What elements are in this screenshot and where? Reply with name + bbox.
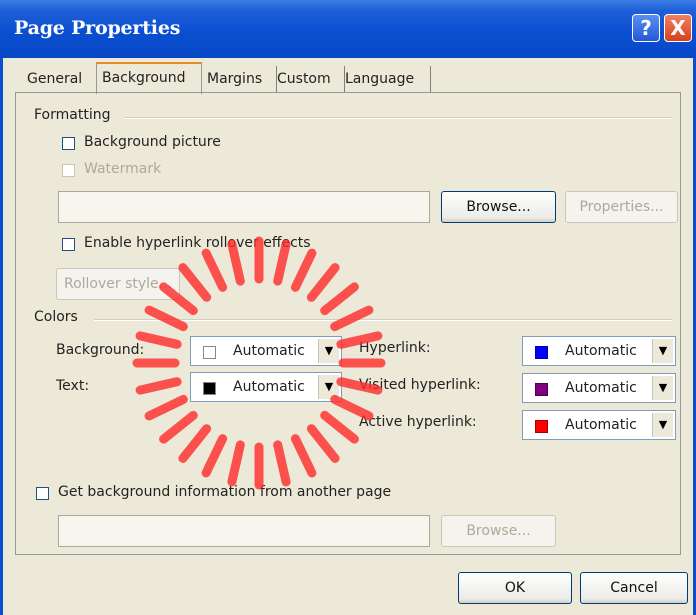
text-color-combo[interactable]: Automatic ▼ bbox=[190, 372, 342, 402]
watermark-label: Watermark bbox=[84, 161, 162, 177]
background-source-field[interactable] bbox=[58, 515, 430, 547]
color-swatch bbox=[535, 383, 548, 396]
tab-margins[interactable]: Margins bbox=[202, 66, 277, 92]
tab-label: Language bbox=[345, 71, 415, 87]
combo-value: Automatic bbox=[233, 379, 305, 395]
get-background-checkbox[interactable] bbox=[36, 487, 49, 500]
background-color-combo[interactable]: Automatic ▼ bbox=[190, 336, 342, 366]
page-properties-dialog: Page Properties ? X General Background M… bbox=[0, 0, 696, 615]
tab-background[interactable]: Background bbox=[96, 62, 202, 94]
chevron-down-icon[interactable]: ▼ bbox=[652, 339, 673, 363]
tab-label: Custom bbox=[277, 71, 331, 87]
colors-group-label: Colors bbox=[34, 309, 78, 325]
hyperlink-color-label: Hyperlink: bbox=[359, 340, 431, 356]
active-hyperlink-color-label: Active hyperlink: bbox=[359, 414, 477, 430]
close-button[interactable]: X bbox=[664, 14, 692, 42]
combo-value: Automatic bbox=[565, 417, 637, 433]
color-swatch bbox=[535, 346, 548, 359]
background-color-label: Background: bbox=[56, 342, 145, 358]
tab-custom[interactable]: Custom bbox=[272, 66, 345, 92]
watermark-checkbox[interactable] bbox=[62, 164, 75, 177]
properties-button[interactable]: Properties... bbox=[565, 191, 678, 223]
get-background-label: Get background information from another … bbox=[58, 484, 392, 500]
hyperlink-color-combo[interactable]: Automatic ▼ bbox=[522, 336, 676, 366]
chevron-down-icon[interactable]: ▼ bbox=[318, 375, 339, 399]
background-picture-checkbox[interactable] bbox=[62, 137, 75, 150]
background-picture-label: Background picture bbox=[84, 134, 221, 150]
rollover-effects-checkbox[interactable] bbox=[62, 238, 75, 251]
cancel-button[interactable]: Cancel bbox=[580, 572, 688, 604]
rollover-effects-label: Enable hyperlink rollover effects bbox=[84, 235, 311, 251]
title-bar[interactable]: Page Properties ? X bbox=[0, 0, 696, 58]
chevron-down-icon[interactable]: ▼ bbox=[318, 339, 339, 363]
color-swatch bbox=[203, 346, 216, 359]
chevron-down-icon[interactable]: ▼ bbox=[652, 413, 673, 437]
ok-button[interactable]: OK bbox=[458, 572, 572, 604]
combo-value: Automatic bbox=[565, 380, 637, 396]
tab-label: Background bbox=[102, 70, 186, 86]
tab-label: General bbox=[27, 71, 83, 87]
active-hyperlink-color-combo[interactable]: Automatic ▼ bbox=[522, 410, 676, 440]
combo-value: Automatic bbox=[233, 343, 305, 359]
color-swatch bbox=[535, 420, 548, 433]
rollover-style-button[interactable]: Rollover style... bbox=[56, 268, 180, 300]
background-source-browse-button[interactable]: Browse... bbox=[441, 515, 556, 547]
visited-hyperlink-color-label: Visited hyperlink: bbox=[359, 377, 481, 393]
help-button[interactable]: ? bbox=[632, 14, 660, 42]
formatting-divider bbox=[124, 117, 672, 119]
browse-button[interactable]: Browse... bbox=[441, 191, 556, 223]
formatting-group-label: Formatting bbox=[34, 107, 111, 123]
tab-label: Margins bbox=[207, 71, 263, 87]
tab-language[interactable]: Language bbox=[340, 66, 431, 92]
color-swatch bbox=[203, 382, 216, 395]
text-color-label: Text: bbox=[56, 378, 90, 394]
combo-value: Automatic bbox=[565, 343, 637, 359]
chevron-down-icon[interactable]: ▼ bbox=[652, 376, 673, 400]
picture-path-field[interactable] bbox=[58, 191, 430, 223]
tab-general[interactable]: General bbox=[22, 66, 103, 92]
colors-divider bbox=[94, 319, 672, 321]
dialog-title: Page Properties bbox=[14, 17, 181, 39]
visited-hyperlink-color-combo[interactable]: Automatic ▼ bbox=[522, 373, 676, 403]
